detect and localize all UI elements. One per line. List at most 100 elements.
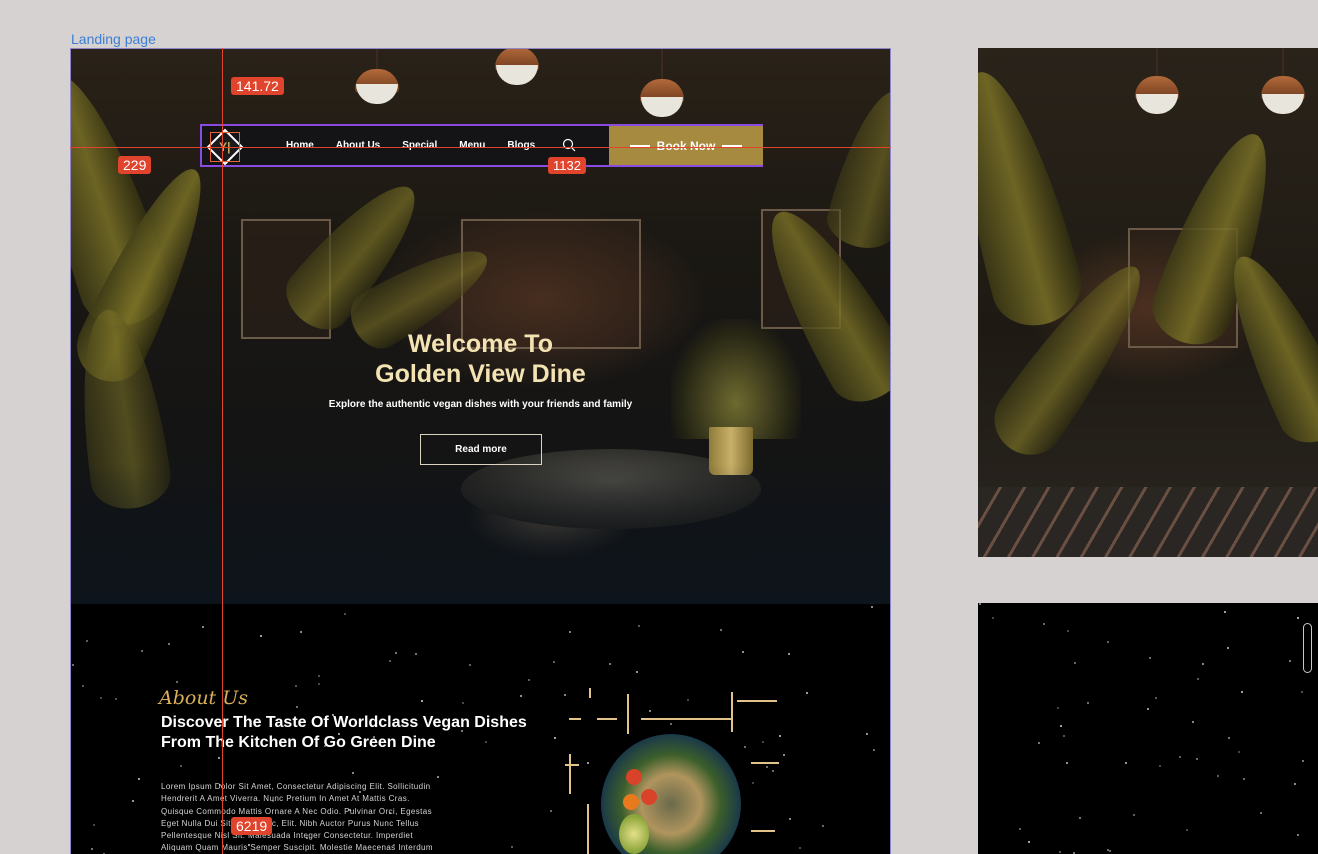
about-body-line: Eget Nulla Dui Sit Amet Nunc, Elit. Nibh… [161,818,419,828]
star-dot [1228,737,1230,739]
star-dot [587,762,589,764]
hero-section: Y| Home About Us Special Menu Blogs Book… [71,49,890,604]
about-body-line: Pellentesque Nisl Sit. Malesuada Integer… [161,831,413,841]
decorative-dash [641,718,731,720]
read-more-button[interactable]: Read more [420,434,542,465]
decorative-dash [597,718,617,720]
star-dot [260,635,262,637]
scroll-indicator[interactable] [1303,623,1312,673]
star-dot [1147,708,1149,710]
star-dot [1063,735,1065,737]
star-dot [979,603,981,605]
star-dot [86,640,88,642]
star-dot [1302,760,1304,762]
decorative-dash [751,830,775,832]
star-dot [1109,850,1111,852]
star-dot [638,625,640,627]
pendant-lamp [355,49,399,104]
star-dot [389,660,391,662]
restaurant-image-panel[interactable] [978,48,1318,557]
frame-label[interactable]: Landing page [71,31,156,47]
star-dot [550,810,552,812]
guide-vertical [222,48,223,854]
star-dot [1149,657,1151,659]
decorative-dash [565,764,579,766]
star-dot [720,629,722,631]
star-dot [180,765,182,767]
star-dot [1019,828,1021,830]
plant-leaf [821,82,890,256]
about-script-heading: About Us [159,687,248,709]
star-dot [352,772,354,774]
measure-badge-top: 141.72 [231,77,284,95]
about-body-line: Quisque Commodo Mattis Ornare A Nec Odio… [161,806,433,816]
about-body-line: Lorem Ipsum Dolor Sit Amet, Consectetur … [161,782,431,791]
hero-title-line1: Welcome To [408,330,553,358]
star-dot [1107,849,1109,851]
star-dot [421,700,423,702]
star-dot [318,683,320,685]
star-dot [1038,742,1040,744]
star-dot [82,685,84,687]
star-dot [511,846,513,848]
starfield-panel[interactable] [978,603,1318,854]
about-section: About Us Discover The Taste Of Worldclas… [71,604,890,854]
star-dot [138,778,140,780]
star-dot [1224,611,1226,613]
star-dot [528,679,530,681]
about-title-line1: Discover The Taste Of Worldclass Vegan D… [161,714,527,731]
star-dot [1227,647,1229,649]
about-title: Discover The Taste Of Worldclass Vegan D… [161,713,581,753]
nav-link-menu[interactable]: Menu [459,140,485,151]
star-dot [462,702,464,704]
star-dot [202,626,204,628]
star-dot [176,681,178,683]
decorative-dash [751,762,779,764]
tomato [623,794,639,810]
tomato [626,769,642,785]
nav-link-home[interactable]: Home [286,140,314,151]
nav-link-blogs[interactable]: Blogs [507,140,535,151]
star-dot [744,746,746,748]
star-dot [1087,702,1089,704]
pendant-lamp [1135,48,1179,114]
star-dot [1301,691,1303,693]
star-dot [344,613,346,615]
star-dot [1202,663,1204,665]
star-dot [1057,707,1059,709]
nav-link-special[interactable]: Special [402,140,437,151]
star-dot [766,766,768,768]
star-dot [866,733,868,735]
landing-page-frame[interactable]: Y| Home About Us Special Menu Blogs Book… [70,48,891,854]
navbar[interactable]: Y| Home About Us Special Menu Blogs Book… [200,124,763,167]
star-dot [1196,758,1198,760]
star-dot [72,664,74,666]
about-body-line: Hendrerit A Amet Viverra. Nunc Pretium I… [161,794,410,804]
star-dot [1297,617,1299,619]
star-dot [1289,660,1291,662]
pendant-lamp [495,49,539,85]
star-dot [806,692,808,694]
star-dot [1159,765,1161,767]
star-dot [1155,697,1157,699]
decorative-dash [731,692,733,732]
star-dot [649,710,651,712]
about-body-line: Aliquam Quam Mauris Semper Suscipit. Mol… [161,843,433,853]
tomato [641,789,657,805]
star-dot [873,749,875,751]
star-dot [168,643,170,645]
decorative-dash [627,694,629,734]
star-dot [1060,725,1062,727]
star-dot [1186,829,1188,831]
star-dot [1260,812,1262,814]
decorative-dash [737,700,777,702]
book-now-button[interactable]: Book Now [609,126,763,165]
star-dot [1066,762,1068,764]
star-dot [752,782,754,784]
search-icon[interactable] [562,138,576,152]
star-dot [772,770,774,772]
nav-link-about-us[interactable]: About Us [336,140,380,151]
star-dot [1133,814,1135,816]
star-dot [1297,834,1299,836]
star-dot [779,735,781,737]
